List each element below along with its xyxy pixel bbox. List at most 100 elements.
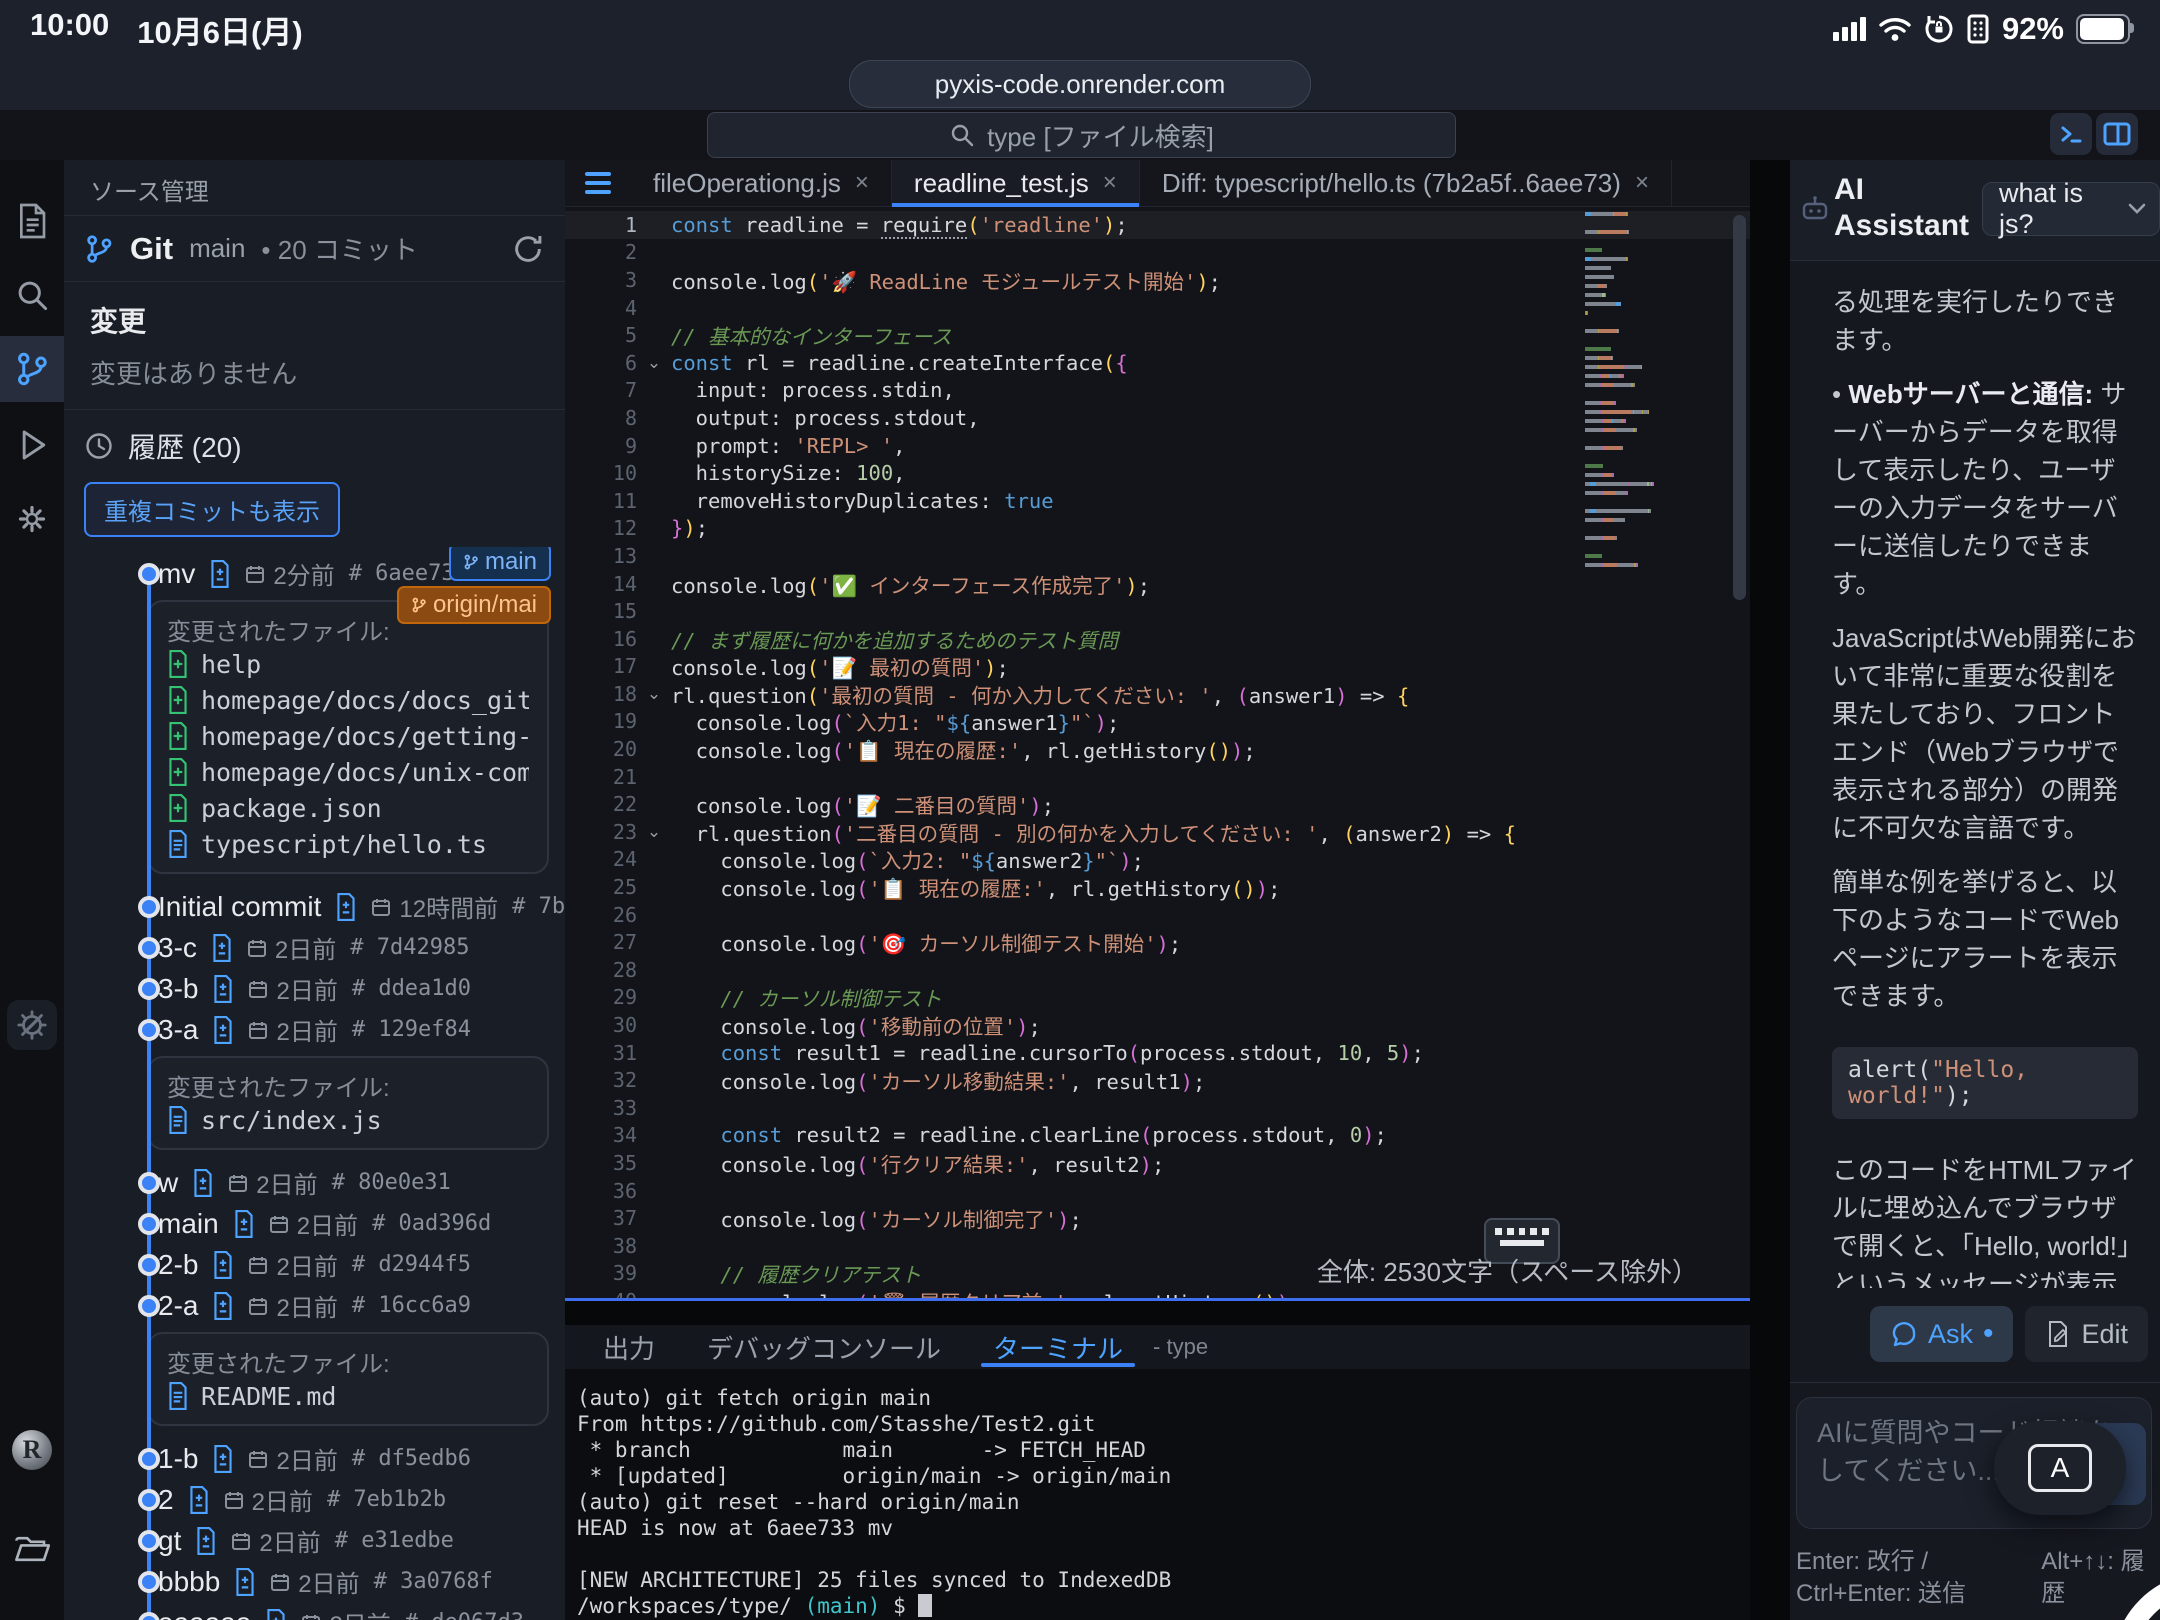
panel-tab[interactable]: 出力 [577,1325,681,1369]
commit-row[interactable]: 22日前# 7eb1b2b [64,1479,565,1520]
line-number: 28 [565,958,637,982]
token: const [671,213,733,237]
token: ( [807,270,819,294]
editor-scrollbar[interactable] [1733,215,1746,600]
token: '🗑 履歴クリア前:' [868,1291,1066,1298]
line-number: 33 [565,1096,637,1120]
minimap-seg [1601,374,1609,378]
changed-file[interactable]: typescript/hello.ts [167,826,529,862]
editor-tab[interactable]: fileOperationg.js× [631,160,892,206]
commit-file-icon [335,893,357,921]
editor-tab-bar: fileOperationg.js×readline_test.js×Diff:… [565,160,1750,207]
commit-row[interactable]: 2-b2日前# d2944f5 [64,1244,565,1285]
ask-button[interactable]: Ask • [1870,1306,2014,1362]
commit-file-icon [233,1210,255,1238]
floating-keyboard-button[interactable]: A [1994,1421,2126,1515]
branch-badge[interactable]: main [449,547,551,581]
terminal[interactable]: (auto) git fetch origin mainFrom https:/… [565,1369,1750,1620]
run-icon[interactable] [0,412,64,478]
fold-chevron-icon[interactable]: ⌄ [637,822,671,842]
commit-meta: 12時間前 [371,889,498,924]
ai-message-area[interactable]: る処理を実行したりできます。• Webサーバーと通信: サーバーからデータを取得… [1790,261,2160,1288]
commit-row[interactable]: mv2分前# 6aee733mainorigin/mai [64,553,565,594]
minimap[interactable] [1585,212,1727,584]
git-repo-row[interactable]: Git main • 20 コミット [64,216,565,282]
open-folder-icon[interactable] [0,1516,64,1582]
show-duplicates-button[interactable]: 重複コミットも表示 [84,482,340,537]
commit-dot [138,978,160,1000]
minimap-seg [1603,473,1612,477]
edit-button[interactable]: Edit [2025,1306,2148,1362]
fold-chevron-icon[interactable]: ⌄ [637,353,671,373]
token: ; [1042,794,1054,818]
changed-file[interactable]: homepage/docs/getting-started… [167,718,529,754]
minimap-line [1585,464,1727,468]
commit-row[interactable]: main2日前# 0ad396d [64,1203,565,1244]
commit-row[interactable]: Initial commit12時間前# 7b2a5f [64,886,565,927]
commit-row[interactable]: 1-b2日前# df5edb6 [64,1438,565,1479]
changed-file[interactable]: package.json [167,790,529,826]
token: require [881,213,967,239]
commit-row[interactable]: 2-a2日前# 16cc6a9 [64,1285,565,1326]
file-search-input[interactable]: type [ファイル検索] [707,112,1456,158]
panel-tab[interactable]: ターミナル [967,1325,1149,1369]
source-control-sidebar: ソース管理 Git main • 20 コミット 変更 変更はありません 履歴 … [64,160,565,1620]
code-line: 15 [565,597,1750,625]
close-icon[interactable]: × [855,169,869,197]
editor-tab[interactable]: readline_test.js× [892,160,1140,206]
changed-files-label: 変更されたファイル: [167,1344,529,1378]
commit-file-icon [211,934,233,962]
source-control-icon[interactable] [0,336,64,402]
hint-history: Alt+↑↓: 履歴 [2041,1546,2150,1610]
terminal-toggle-button[interactable] [2050,113,2092,155]
changed-file[interactable]: help [167,646,529,682]
tools-icon[interactable] [7,1000,57,1050]
commit-row[interactable]: bbbb2日前# 3a0768f [64,1561,565,1602]
changed-file[interactable]: homepage/docs/docs_git-comman… [167,682,529,718]
url-bar[interactable]: pyxis-code.onrender.com [849,60,1311,108]
terminal-text: [NEW ARCHITECTURE] 25 files synced to In… [577,1568,1171,1592]
ai-history-dropdown[interactable]: what is js? [1982,182,2160,236]
panel-tab[interactable]: デバッグコンソール [681,1325,967,1369]
changed-file[interactable]: homepage/docs/unix-commands.md [167,754,529,790]
commit-row[interactable]: 3-b2日前# ddea1d0 [64,968,565,1009]
commit-row[interactable]: aaaaaa2日前# de067d3 [64,1602,565,1620]
settings-icon[interactable] [0,486,64,552]
refresh-icon[interactable] [511,232,545,266]
commit-label: 2 [158,1484,174,1516]
files-icon[interactable] [0,188,64,254]
changed-file[interactable]: src/index.js [167,1102,529,1138]
menu-icon[interactable] [565,160,631,206]
editor-tab[interactable]: Diff: typescript/hello.ts (7b2a5f..6aee7… [1140,160,1672,206]
commit-label: 2-a [158,1290,198,1322]
token: ) [1362,1123,1374,1147]
calendar-icon [371,897,391,917]
commit-dot [138,1295,160,1317]
minimap-seg [1648,410,1649,414]
close-icon[interactable]: × [1103,169,1117,197]
code-line: 17console.log('📝 最初の質問'); [565,653,1750,681]
fold-chevron-icon[interactable]: ⌄ [637,684,671,704]
token: answer1 [1249,684,1335,708]
calendar-icon [231,1531,251,1551]
minimap-seg [1603,491,1616,495]
minimap-line [1585,509,1727,513]
history-header[interactable]: 履歴 (20) [64,410,565,476]
split-view-button[interactable] [2096,113,2138,155]
token: , rl.getHistory [1067,1291,1252,1298]
commit-meta: 2日前 [301,1605,390,1620]
commit-row[interactable]: w2日前# 80e0e31 [64,1162,565,1203]
commit-row[interactable]: gt2日前# e31edbe [64,1520,565,1561]
changed-file[interactable]: README.md [167,1378,529,1414]
code-area[interactable]: 1const readline = require('readline');23… [565,206,1750,1298]
close-icon[interactable]: × [1635,169,1649,197]
branch-badge[interactable]: origin/mai [397,586,551,624]
token: } [1082,849,1094,873]
avatar[interactable]: R [12,1430,52,1470]
commit-row[interactable]: 3-a2日前# 129ef84 [64,1009,565,1050]
commit-row[interactable]: 3-c2日前# 7d42985 [64,927,565,968]
commit-time: 2日前 [252,1482,313,1517]
editor[interactable]: fileOperationg.js×readline_test.js×Diff:… [565,160,1750,1301]
search-sidebar-icon[interactable] [0,262,64,328]
code-line: 8 output: process.stdout, [565,404,1750,432]
